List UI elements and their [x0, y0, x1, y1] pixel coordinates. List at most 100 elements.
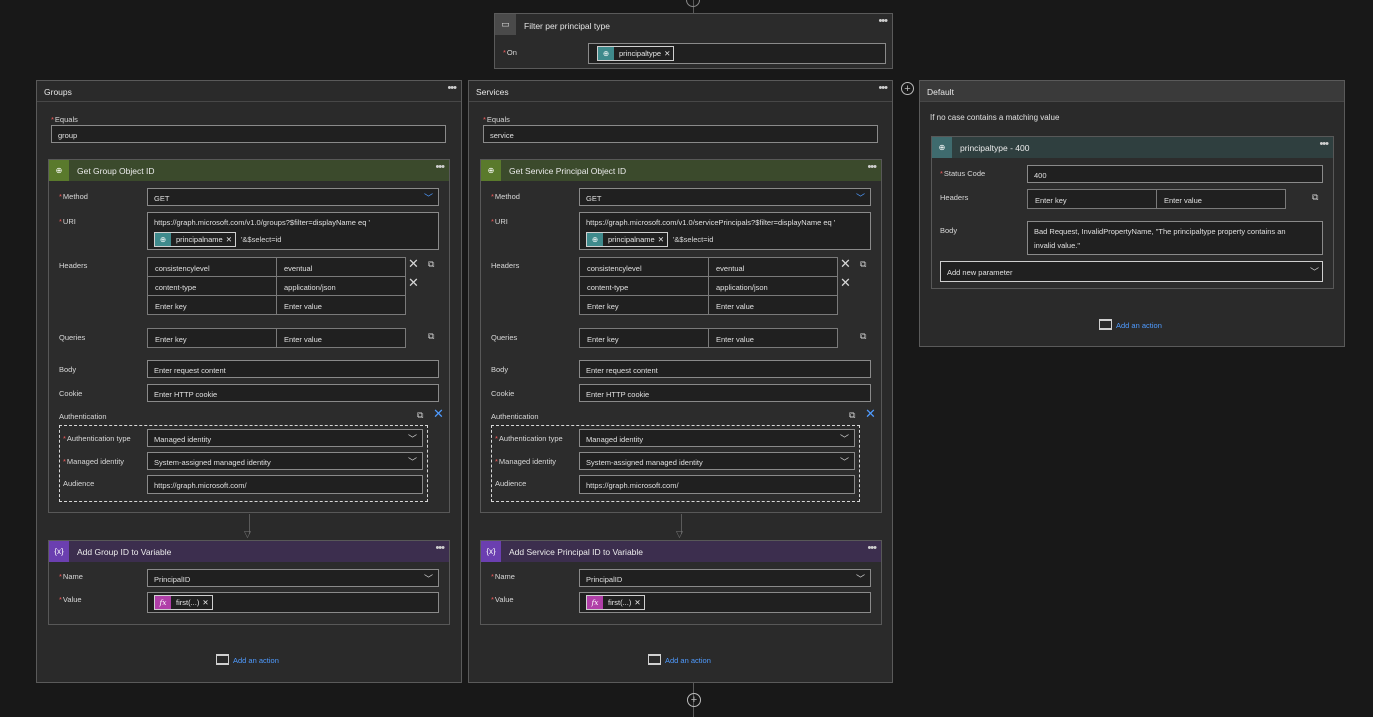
http-card-header[interactable]: ⊕ Get Service Principal Object ID ••• — [481, 160, 881, 181]
add-case-plus-icon[interactable]: + — [901, 82, 914, 95]
query-key[interactable]: Enter key — [579, 328, 709, 348]
var-more-icon[interactable]: ••• — [435, 542, 445, 554]
add-action-link[interactable]: Add an action — [1116, 321, 1162, 330]
var-more-icon[interactable]: ••• — [867, 542, 877, 554]
method-select[interactable]: GET — [579, 188, 871, 206]
variable-icon: {x} — [481, 541, 501, 562]
header-value[interactable]: Enter value — [276, 295, 406, 315]
close-icon[interactable]: ✕ — [408, 257, 419, 270]
table-switch-icon[interactable]: ⧉ — [417, 410, 423, 421]
groups-more-icon[interactable]: ••• — [447, 82, 457, 94]
chevron-down-icon[interactable]: ﹀ — [408, 432, 417, 445]
chevron-down-icon[interactable]: ﹀ — [408, 455, 417, 468]
groups-equals-input[interactable]: group — [51, 125, 446, 143]
var-card-header[interactable]: {x} Add Group ID to Variable ••• — [49, 541, 449, 562]
table-switch-icon[interactable]: ⧉ — [428, 331, 434, 342]
query-value[interactable]: Enter value — [708, 328, 838, 348]
header-key[interactable]: consistencylevel — [147, 257, 277, 277]
var-value-label: *Value — [491, 595, 514, 604]
body-input[interactable]: Enter request content — [579, 360, 871, 378]
header-key[interactable]: Enter key — [579, 295, 709, 315]
close-icon[interactable]: ✕ — [634, 598, 643, 607]
add-action-link[interactable]: Add an action — [233, 656, 279, 665]
principalname-token[interactable]: ⊕ principalname ✕ — [586, 232, 668, 247]
var-name-select[interactable]: PrincipalID — [579, 569, 871, 587]
var-name-select[interactable]: PrincipalID — [147, 569, 439, 587]
method-select[interactable]: GET — [147, 188, 439, 206]
table-switch-icon[interactable]: ⧉ — [860, 259, 866, 270]
header-key[interactable]: Enter key — [1027, 189, 1157, 209]
close-icon[interactable]: ✕ — [226, 235, 235, 244]
close-icon[interactable]: ✕ — [658, 235, 667, 244]
fx-token[interactable]: fx first(...) ✕ — [586, 595, 645, 610]
add-action-icon[interactable] — [216, 654, 229, 665]
header-value[interactable]: application/json — [708, 276, 838, 296]
table-switch-icon[interactable]: ⧉ — [860, 331, 866, 342]
add-new-parameter-select[interactable]: Add new parameter — [940, 261, 1323, 282]
filter-on-input[interactable]: ⊕ principaltype ✕ — [588, 43, 886, 64]
header-value[interactable]: eventual — [276, 257, 406, 277]
chevron-down-icon[interactable]: ﹀ — [424, 572, 433, 585]
header-value[interactable]: Enter value — [708, 295, 838, 315]
header-key[interactable]: Enter key — [147, 295, 277, 315]
principalname-token[interactable]: ⊕ principalname ✕ — [154, 232, 236, 247]
close-icon[interactable]: ✕ — [408, 276, 419, 289]
cookie-input[interactable]: Enter HTTP cookie — [579, 384, 871, 402]
http-more-icon[interactable]: ••• — [435, 161, 445, 173]
close-icon[interactable]: ✕ — [865, 407, 876, 420]
header-value[interactable]: application/json — [276, 276, 406, 296]
response-more-icon[interactable]: ••• — [1319, 138, 1329, 150]
chevron-down-icon[interactable]: ﹀ — [856, 191, 865, 204]
chevron-down-icon[interactable]: ﹀ — [840, 432, 849, 445]
services-equals-input[interactable]: service — [483, 125, 878, 143]
managed-identity-select[interactable]: System-assigned managed identity — [579, 452, 855, 470]
body-input[interactable]: Enter request content — [147, 360, 439, 378]
status-code-input[interactable]: 400 — [1027, 165, 1323, 183]
uri-suffix: '&$select=id — [241, 235, 282, 244]
header-key[interactable]: content-type — [579, 276, 709, 296]
managed-identity-select[interactable]: System-assigned managed identity — [147, 452, 423, 470]
queries-label: Queries — [59, 333, 86, 342]
chevron-down-icon[interactable]: ﹀ — [840, 455, 849, 468]
query-key[interactable]: Enter key — [147, 328, 277, 348]
query-value[interactable]: Enter value — [276, 328, 406, 348]
chevron-down-icon[interactable]: ﹀ — [1310, 265, 1319, 278]
var-name-label: *Name — [59, 572, 83, 581]
audience-input[interactable]: https://graph.microsoft.com/ — [579, 475, 855, 494]
close-icon[interactable]: ✕ — [664, 49, 673, 58]
add-action-link[interactable]: Add an action — [665, 656, 711, 665]
audience-input[interactable]: https://graph.microsoft.com/ — [147, 475, 423, 494]
auth-type-select[interactable]: Managed identity — [579, 429, 855, 447]
services-more-icon[interactable]: ••• — [878, 82, 888, 94]
chevron-down-icon[interactable]: ﹀ — [856, 572, 865, 585]
body-input[interactable]: Bad Request, InvalidPropertyName, "The p… — [1027, 221, 1323, 255]
header-key[interactable]: consistencylevel — [579, 257, 709, 277]
table-switch-icon[interactable]: ⧉ — [1312, 192, 1318, 203]
filter-more-icon[interactable]: ••• — [878, 15, 888, 27]
response-card-header[interactable]: ⊕ principaltype - 400 ••• — [932, 137, 1333, 158]
http-card-header[interactable]: ⊕ Get Group Object ID ••• — [49, 160, 449, 181]
add-action-icon[interactable] — [648, 654, 661, 665]
plus-circle-icon[interactable]: + — [687, 693, 701, 707]
header-key[interactable]: content-type — [147, 276, 277, 296]
table-switch-icon[interactable]: ⧉ — [428, 259, 434, 270]
top-plus-icon[interactable] — [686, 0, 700, 7]
close-icon[interactable]: ✕ — [202, 598, 211, 607]
var-card-header[interactable]: {x} Add Service Principal ID to Variable… — [481, 541, 881, 562]
audience-label: Audience — [63, 479, 95, 488]
header-value[interactable]: eventual — [708, 257, 838, 277]
var-name-label: *Name — [491, 572, 515, 581]
auth-type-select[interactable]: Managed identity — [147, 429, 423, 447]
table-switch-icon[interactable]: ⧉ — [849, 410, 855, 421]
header-value[interactable]: Enter value — [1156, 189, 1286, 209]
http-more-icon[interactable]: ••• — [867, 161, 877, 173]
close-icon[interactable]: ✕ — [433, 407, 444, 420]
close-icon[interactable]: ✕ — [840, 257, 851, 270]
chevron-down-icon[interactable]: ﹀ — [424, 191, 433, 204]
principaltype-token[interactable]: ⊕ principaltype ✕ — [597, 46, 675, 61]
add-action-icon[interactable] — [1099, 319, 1112, 330]
fx-token[interactable]: fx first(...) ✕ — [154, 595, 213, 610]
cookie-input[interactable]: Enter HTTP cookie — [147, 384, 439, 402]
services-equals-label: *Equals — [483, 115, 510, 124]
close-icon[interactable]: ✕ — [840, 276, 851, 289]
